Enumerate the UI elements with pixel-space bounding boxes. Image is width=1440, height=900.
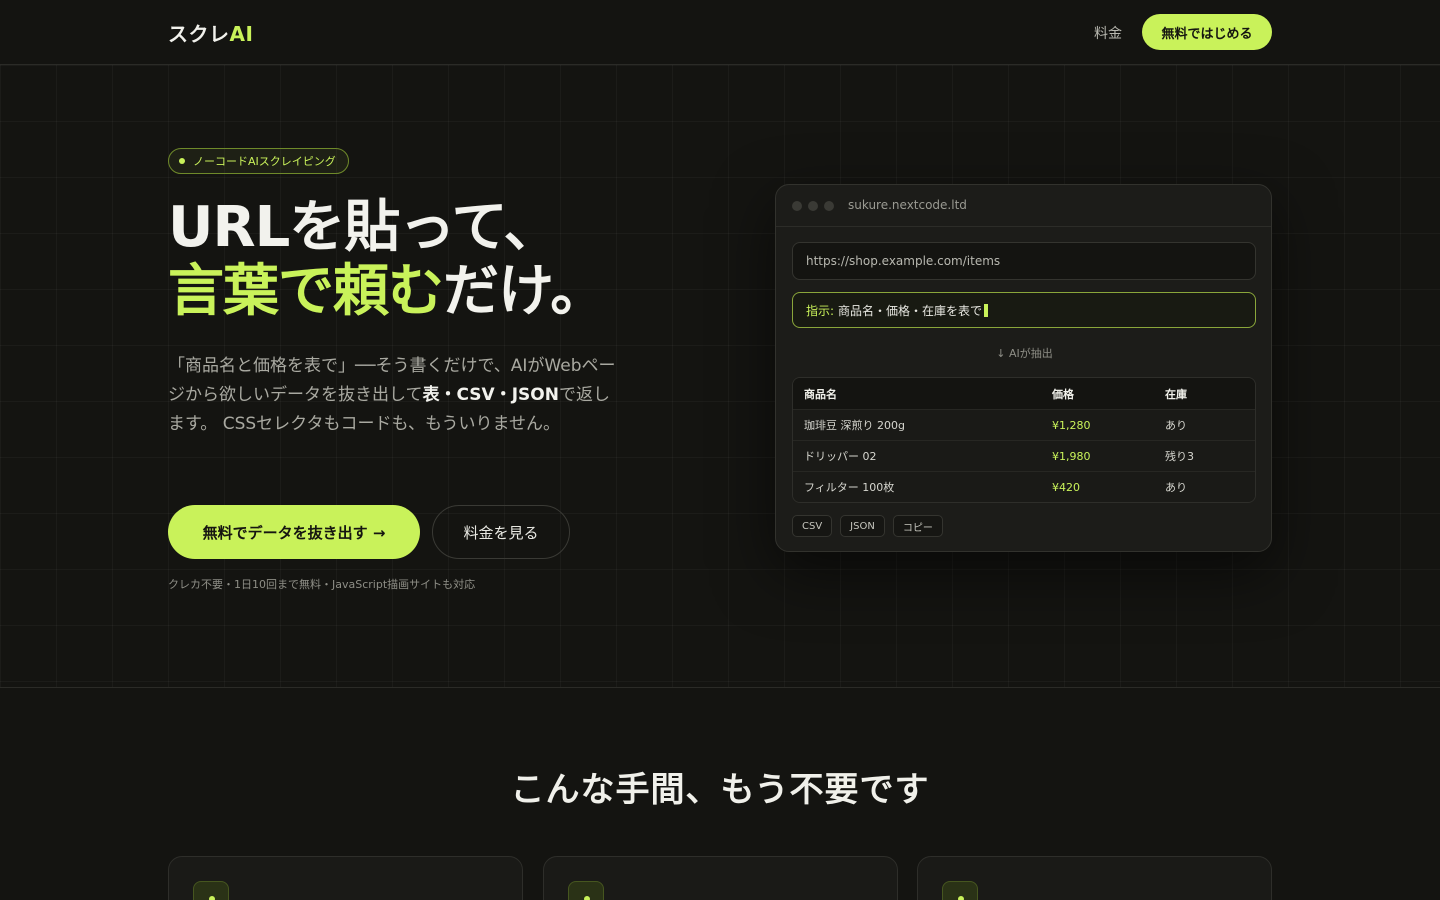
table-header-name: 商品名 bbox=[804, 387, 837, 401]
table-header-row: 商品名 価格 在庫 bbox=[793, 378, 1255, 409]
demo-url-field[interactable]: https://shop.example.com/items bbox=[792, 242, 1256, 280]
window-control-dots bbox=[792, 201, 834, 211]
table-header-price: 価格 bbox=[1052, 387, 1074, 401]
demo-prompt-field[interactable]: 指示: 商品名・価格・在庫を表で bbox=[792, 292, 1256, 328]
demo-result-table: 商品名 価格 在庫 珈琲豆 深煎り 200g ¥1,280 あり ドリッパー 0… bbox=[792, 377, 1256, 503]
header-cta-button[interactable]: 無料ではじめる bbox=[1142, 14, 1272, 50]
logo[interactable]: スクレAI bbox=[168, 18, 253, 47]
table-cell-stock: あり bbox=[1165, 419, 1187, 432]
extract-data-button[interactable]: 無料でデータを抜き出す → bbox=[168, 505, 420, 559]
demo-prompt-value: 商品名・価格・在庫を表で bbox=[838, 303, 983, 318]
hero-title-rest: だけ。 bbox=[443, 259, 606, 324]
section-title: こんな手間、もう不要です bbox=[510, 770, 930, 810]
hero-title: URLを貼って、 言葉で頼むだけ。 bbox=[168, 196, 728, 324]
export-json-button[interactable]: JSON bbox=[840, 515, 885, 537]
feature-card bbox=[168, 856, 523, 900]
table-header-stock: 在庫 bbox=[1165, 387, 1187, 401]
hero-note: クレカ不要・1日10回まで無料・JavaScript描画サイトも対応 bbox=[168, 578, 476, 591]
hero-badge-label: ノーコードAIスクレイピング bbox=[193, 155, 336, 168]
view-pricing-button[interactable]: 料金を見る bbox=[432, 505, 570, 559]
table-cell-price: ¥420 bbox=[1052, 480, 1080, 494]
table-row: ドリッパー 02 ¥1,980 残り3 bbox=[793, 440, 1255, 471]
logo-accent: AI bbox=[229, 22, 254, 46]
table-cell-name: 珈琲豆 深煎り 200g bbox=[804, 419, 905, 432]
text-cursor-icon bbox=[984, 303, 989, 317]
logo-main: スクレ bbox=[168, 22, 230, 46]
demo-domain: sukure.nextcode.ltd bbox=[848, 198, 967, 212]
hero-title-line1: URLを貼って、 bbox=[168, 195, 560, 260]
demo-export-buttons: CSV JSON コピー bbox=[792, 515, 943, 537]
demo-window: sukure.nextcode.ltd https://shop.example… bbox=[775, 184, 1272, 552]
nav-pricing-link[interactable]: 料金 bbox=[1094, 23, 1122, 43]
demo-prompt-label: 指示: bbox=[806, 303, 835, 318]
demo-extract-indicator: ↓ AIが抽出 bbox=[996, 347, 1053, 360]
hero-description: 「商品名と価格を表で」──そう書くだけで、AIがWebページから欲しいデータを抜… bbox=[168, 352, 618, 439]
copy-button[interactable]: コピー bbox=[892, 515, 943, 537]
feature-card bbox=[543, 856, 898, 900]
export-csv-button[interactable]: CSV bbox=[792, 515, 833, 537]
site-header: スクレAI 料金 無料ではじめる bbox=[0, 0, 1440, 65]
table-cell-name: フィルター 100枚 bbox=[804, 481, 895, 494]
table-row: フィルター 100枚 ¥420 あり bbox=[793, 471, 1255, 502]
hero-title-accent: 言葉で頼む bbox=[168, 259, 444, 324]
hero-desc-formats: 表・CSV・JSON bbox=[422, 385, 559, 405]
table-cell-stock: あり bbox=[1165, 481, 1187, 494]
feature-icon bbox=[942, 881, 978, 900]
feature-icon bbox=[193, 881, 229, 900]
status-dot-icon bbox=[179, 158, 185, 164]
table-cell-price: ¥1,280 bbox=[1052, 418, 1091, 432]
feature-icon bbox=[568, 881, 604, 900]
hero-title-line2: 言葉で頼むだけ。 bbox=[168, 260, 728, 324]
table-cell-price: ¥1,980 bbox=[1052, 449, 1091, 463]
section-divider bbox=[0, 687, 1440, 688]
demo-window-titlebar: sukure.nextcode.ltd bbox=[776, 185, 1271, 227]
hero-badge: ノーコードAIスクレイピング bbox=[168, 148, 349, 174]
table-cell-name: ドリッパー 02 bbox=[804, 450, 877, 463]
table-row: 珈琲豆 深煎り 200g ¥1,280 あり bbox=[793, 409, 1255, 440]
table-cell-stock: 残り3 bbox=[1165, 450, 1194, 463]
feature-card bbox=[917, 856, 1272, 900]
